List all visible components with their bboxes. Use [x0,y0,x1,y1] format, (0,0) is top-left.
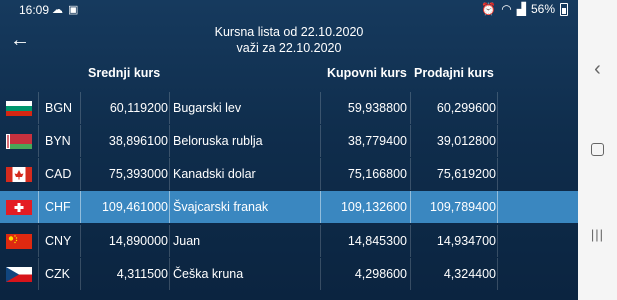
buy-rate: 75,166800 [347,167,407,181]
table-row[interactable]: CAD 75,393000 Kanadski dolar 75,166800 7… [0,158,578,190]
column-divider [169,191,170,223]
column-divider [497,225,498,257]
status-time: 16:09 [19,3,50,17]
currency-name: Juan [173,234,201,248]
buy-rate: 14,845300 [347,234,407,248]
middle-rate: 75,393000 [108,167,168,181]
buy-rate: 38,779400 [347,134,407,148]
canada-flag-icon [6,167,32,182]
column-divider [38,158,39,190]
exchange-rate-screen: 16:09 ☁ ▣ ⏰ ◠ ▟ 56% ← Kursna lista od 22… [0,0,578,300]
sell-rate: 75,619200 [436,167,496,181]
column-middle-rate: Srednji kurs [88,66,161,80]
currency-code: CZK [45,267,70,281]
column-divider [169,125,170,157]
wifi-icon: ◠ [501,2,512,16]
buy-rate: 109,132600 [340,200,407,214]
belarus-flag-icon [6,134,32,149]
czech-flag-icon [6,267,32,282]
currency-code: CAD [45,167,72,181]
middle-rate: 60,119200 [109,101,168,115]
page-title: Kursna lista od 22.10.2020 [214,25,364,39]
currency-name: Beloruska rublja [173,134,263,148]
currency-name: Kanadski dolar [173,167,256,181]
column-sell-rate: Prodajni kurs [414,66,494,80]
status-icons: ⏰ ◠ ▟ 56% [481,2,568,16]
column-divider [497,191,498,223]
column-divider [169,258,170,290]
currency-code: CNY [45,234,72,248]
currency-code: CHF [45,200,71,214]
sell-rate: 14,934700 [436,234,496,248]
sell-rate: 60,299600 [436,101,496,115]
column-divider [497,125,498,157]
column-divider [497,92,498,124]
middle-rate: 4,311500 [116,267,168,281]
currency-name: Švajcarski franak [173,200,269,214]
column-buy-rate: Kupovni kurs [327,66,407,80]
middle-rate: 14,890000 [108,234,168,248]
alarm-icon: ⏰ [481,2,497,16]
nav-back-icon[interactable]: ‹ [578,58,617,81]
middle-rate: 109,461000 [101,200,168,214]
table-row[interactable]: CZK 4,311500 Češka kruna 4,298600 4,3244… [0,258,578,290]
image-icon: ▣ [68,4,79,16]
table-header: Srednji kurs Kupovni kurs Prodajni kurs [0,66,578,86]
currency-name: Bugarski lev [173,101,242,115]
middle-rate: 38,896100 [108,134,168,148]
china-flag-icon [6,234,32,249]
column-divider [38,225,39,257]
table-row[interactable]: BYN 38,896100 Beloruska rublja 38,779400… [0,125,578,157]
column-divider [497,158,498,190]
bulgaria-flag-icon [6,101,32,116]
status-bar: 16:09 ☁ ▣ ⏰ ◠ ▟ 56% [0,0,578,20]
nav-recents-icon[interactable]: ||| [578,227,617,242]
nav-home-icon[interactable] [578,143,617,161]
battery-percent: 56% [530,2,555,16]
sell-rate: 39,012800 [436,134,496,148]
table-row[interactable]: CNY 14,890000 Juan 14,845300 14,934700 [0,225,578,257]
column-divider [38,92,39,124]
table-row[interactable]: BGN 60,119200 Bugarski lev 59,938800 60,… [0,92,578,124]
header: ← Kursna lista od 22.10.2020 važi za 22.… [0,22,578,60]
currency-name: Češka kruna [173,267,244,281]
column-divider [38,125,39,157]
system-nav-bar: ‹ ||| [578,0,617,300]
cloud-icon: ☁ [52,4,63,16]
page-subtitle: važi za 22.10.2020 [236,41,342,55]
signal-icon: ▟ [516,2,526,16]
column-divider [169,225,170,257]
column-divider [169,158,170,190]
sell-rate: 4,324400 [443,267,496,281]
table-row-selected[interactable]: CHF 109,461000 Švajcarski franak 109,132… [0,191,578,223]
battery-icon [560,2,568,16]
column-divider [497,258,498,290]
column-divider [38,191,39,223]
currency-code: BYN [45,134,71,148]
sell-rate: 109,789400 [429,200,496,214]
buy-rate: 59,938800 [347,101,407,115]
column-divider [38,258,39,290]
column-divider [169,92,170,124]
buy-rate: 4,298600 [354,267,407,281]
currency-code: BGN [45,101,73,115]
switzerland-flag-icon [6,200,32,215]
